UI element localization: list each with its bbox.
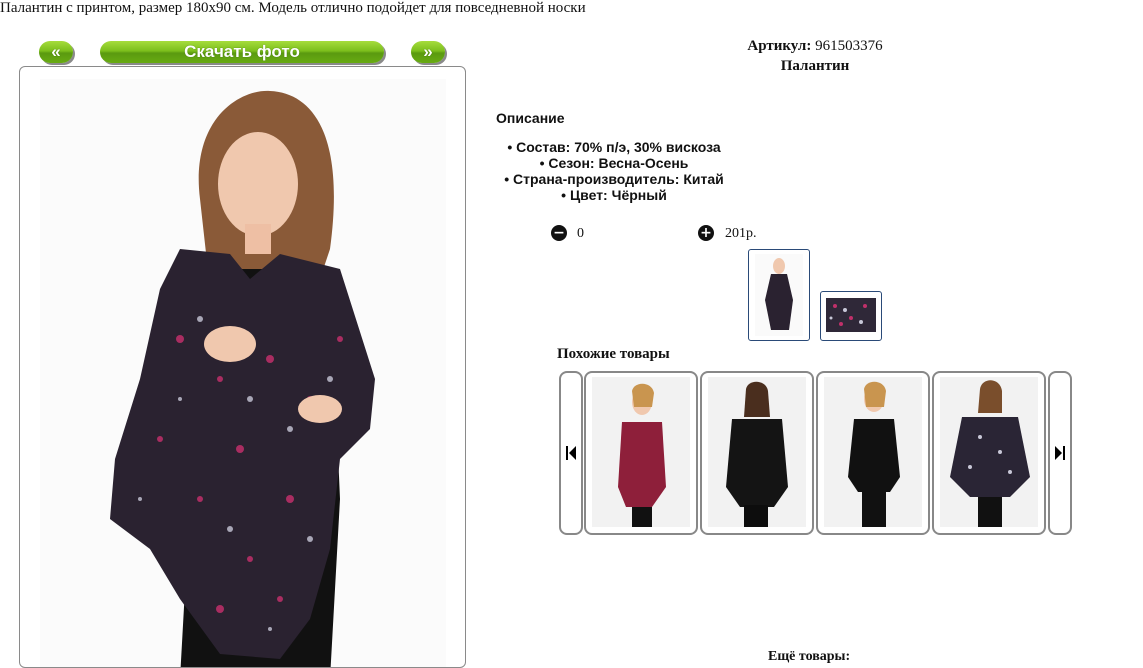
skip-back-icon [566, 446, 576, 460]
similar-product-image [824, 377, 922, 527]
more-products-heading: Ещё товары: [768, 649, 851, 664]
list-item: • Состав: 70% п/э, 30% вискоза [507, 139, 721, 155]
plus-circle-icon[interactable]: + [698, 225, 714, 241]
skip-forward-icon [1055, 446, 1065, 460]
thumbnail-model[interactable] [748, 249, 810, 341]
quantity-value: 0 [577, 226, 584, 241]
description-heading: Описание [496, 110, 565, 126]
product-description: Палантин с принтом, размер 180х90 см. Мо… [0, 0, 586, 16]
attr-value: 70% п/э, 30% вискоза [574, 139, 721, 155]
main-product-photo[interactable] [40, 79, 446, 667]
carousel-next-button[interactable] [1048, 371, 1072, 535]
attr-value: Весна-Осень [598, 155, 689, 171]
similar-product-card[interactable] [700, 371, 814, 535]
minus-circle-icon[interactable]: − [551, 225, 567, 241]
sku-label: Артикул: [747, 38, 812, 54]
similar-products-title: Похожие товары [557, 346, 670, 362]
carousel-prev-button[interactable] [559, 371, 583, 535]
similar-product-image [592, 377, 690, 527]
similar-product-image [708, 377, 806, 527]
similar-product-card[interactable] [932, 371, 1046, 535]
sku-line: Артикул: 961503376 [600, 38, 1030, 55]
price-value: 201р. [725, 226, 757, 241]
next-photo-button[interactable]: » [411, 41, 445, 63]
attr-label: Цвет: [569, 187, 608, 203]
download-photo-button[interactable]: Скачать фото [100, 41, 384, 63]
list-item: • Страна-производитель: Китай [504, 171, 724, 187]
list-item: • Сезон: Весна-Осень [539, 155, 689, 171]
attr-value: Чёрный [611, 187, 667, 203]
similar-product-image [940, 377, 1038, 527]
attr-label: Сезон: [548, 155, 595, 171]
sku-value: 961503376 [815, 38, 883, 54]
attr-label: Страна-производитель: [513, 171, 680, 187]
main-photo-frame [19, 66, 466, 668]
attr-label: Состав: [516, 139, 571, 155]
product-name: Палантин [780, 58, 850, 74]
list-item: • Цвет: Чёрный [561, 187, 667, 203]
thumbnail-fabric[interactable] [820, 291, 882, 341]
attribute-list: • Состав: 70% п/э, 30% вискоза • Сезон: … [496, 139, 732, 203]
similar-product-card[interactable] [816, 371, 930, 535]
similar-product-card[interactable] [584, 371, 698, 535]
attr-value: Китай [683, 171, 724, 187]
prev-photo-button[interactable]: « [39, 41, 73, 63]
